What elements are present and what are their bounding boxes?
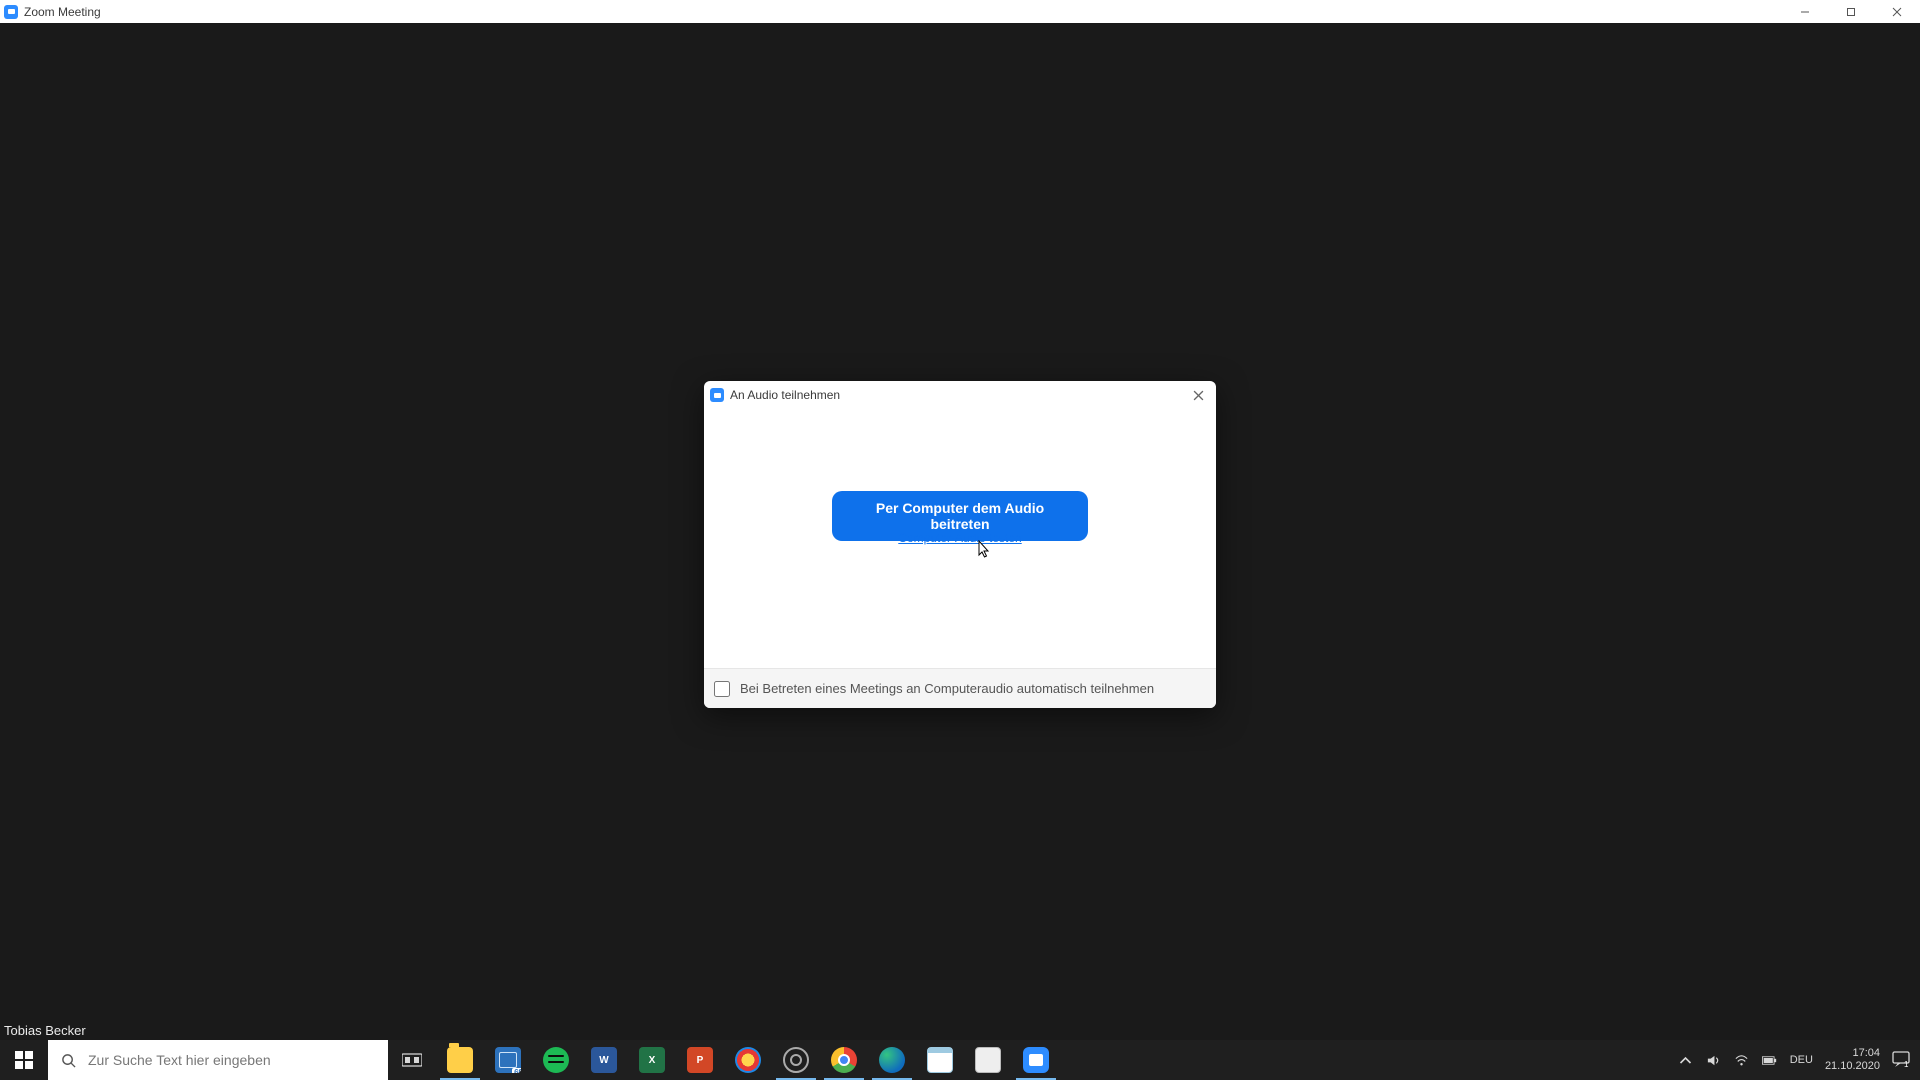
edge-icon (879, 1047, 905, 1073)
chrome-icon (831, 1047, 857, 1073)
test-computer-audio-link[interactable]: Computer-Audio testen (898, 531, 1021, 545)
battery-icon[interactable] (1762, 1052, 1778, 1068)
taskbar-item-obs[interactable] (772, 1040, 820, 1080)
participant-name-label: Tobias Becker (4, 1023, 86, 1038)
start-button[interactable] (0, 1040, 48, 1080)
dialog-titlebar: An Audio teilnehmen (704, 381, 1216, 409)
task-view-icon (399, 1047, 425, 1073)
taskbar-item-notepad[interactable] (916, 1040, 964, 1080)
dialog-body: Per Computer dem Audio beitreten Compute… (704, 409, 1216, 668)
meeting-canvas: Tobias Becker An Audio teilnehmen Per Co… (0, 23, 1920, 1040)
notepad-icon (927, 1047, 953, 1073)
auto-join-audio-checkbox[interactable] (714, 681, 730, 697)
taskbar-item-mail[interactable]: 69 (484, 1040, 532, 1080)
mail-badge: 69 (512, 1068, 521, 1073)
app-titlebar: Zoom Meeting (0, 0, 1920, 23)
input-language-indicator[interactable]: DEU (1790, 1054, 1813, 1066)
taskbar-item-excel[interactable]: X (628, 1040, 676, 1080)
taskbar-search[interactable]: Zur Suche Text hier eingeben (48, 1040, 388, 1080)
window-maximize-button[interactable] (1828, 0, 1874, 23)
windows-taskbar: Zur Suche Text hier eingeben 69 W X P DE… (0, 1040, 1920, 1080)
window-close-button[interactable] (1874, 0, 1920, 23)
word-icon: W (591, 1047, 617, 1073)
powerpoint-icon: P (687, 1047, 713, 1073)
auto-join-audio-label: Bei Betreten eines Meetings an Computera… (740, 681, 1154, 696)
taskbar-item-app-2[interactable] (964, 1040, 1012, 1080)
app-title: Zoom Meeting (24, 5, 101, 19)
tray-overflow-button[interactable] (1678, 1052, 1694, 1068)
search-icon (48, 1053, 88, 1068)
zoom-app-icon (4, 5, 18, 19)
taskbar-search-placeholder: Zur Suche Text hier eingeben (88, 1052, 271, 1068)
folder-icon (447, 1047, 473, 1073)
clock-time: 17:04 (1825, 1047, 1880, 1060)
document-icon (975, 1047, 1001, 1073)
action-center-button[interactable]: 1 (1892, 1050, 1912, 1070)
obs-icon (783, 1047, 809, 1073)
task-view-button[interactable] (388, 1040, 436, 1080)
taskbar-item-zoom[interactable] (1012, 1040, 1060, 1080)
taskbar-clock[interactable]: 17:04 21.10.2020 (1825, 1047, 1880, 1072)
taskbar-item-edge[interactable] (868, 1040, 916, 1080)
taskbar-item-file-explorer[interactable] (436, 1040, 484, 1080)
dialog-title: An Audio teilnehmen (730, 388, 840, 402)
dialog-footer: Bei Betreten eines Meetings an Computera… (704, 668, 1216, 708)
zoom-icon (1023, 1047, 1049, 1073)
mail-icon: 69 (495, 1047, 521, 1073)
circle-multicolor-icon (735, 1047, 761, 1073)
taskbar-item-app-1[interactable] (724, 1040, 772, 1080)
dialog-close-button[interactable] (1186, 383, 1210, 407)
excel-icon: X (639, 1047, 665, 1073)
system-tray: DEU 17:04 21.10.2020 1 (1670, 1040, 1920, 1080)
spotify-icon (543, 1047, 569, 1073)
taskbar-item-chrome[interactable] (820, 1040, 868, 1080)
zoom-app-icon (710, 388, 724, 402)
window-controls (1782, 0, 1920, 23)
taskbar-item-word[interactable]: W (580, 1040, 628, 1080)
svg-text:1: 1 (1904, 1060, 1909, 1068)
taskbar-item-powerpoint[interactable]: P (676, 1040, 724, 1080)
window-minimize-button[interactable] (1782, 0, 1828, 23)
taskbar-item-spotify[interactable] (532, 1040, 580, 1080)
wifi-icon[interactable] (1734, 1052, 1750, 1068)
cursor-icon (975, 540, 991, 560)
volume-icon[interactable] (1706, 1052, 1722, 1068)
join-audio-dialog: An Audio teilnehmen Per Computer dem Aud… (704, 381, 1216, 708)
clock-date: 21.10.2020 (1825, 1060, 1880, 1073)
taskbar-pinned-apps: 69 W X P (388, 1040, 1060, 1080)
